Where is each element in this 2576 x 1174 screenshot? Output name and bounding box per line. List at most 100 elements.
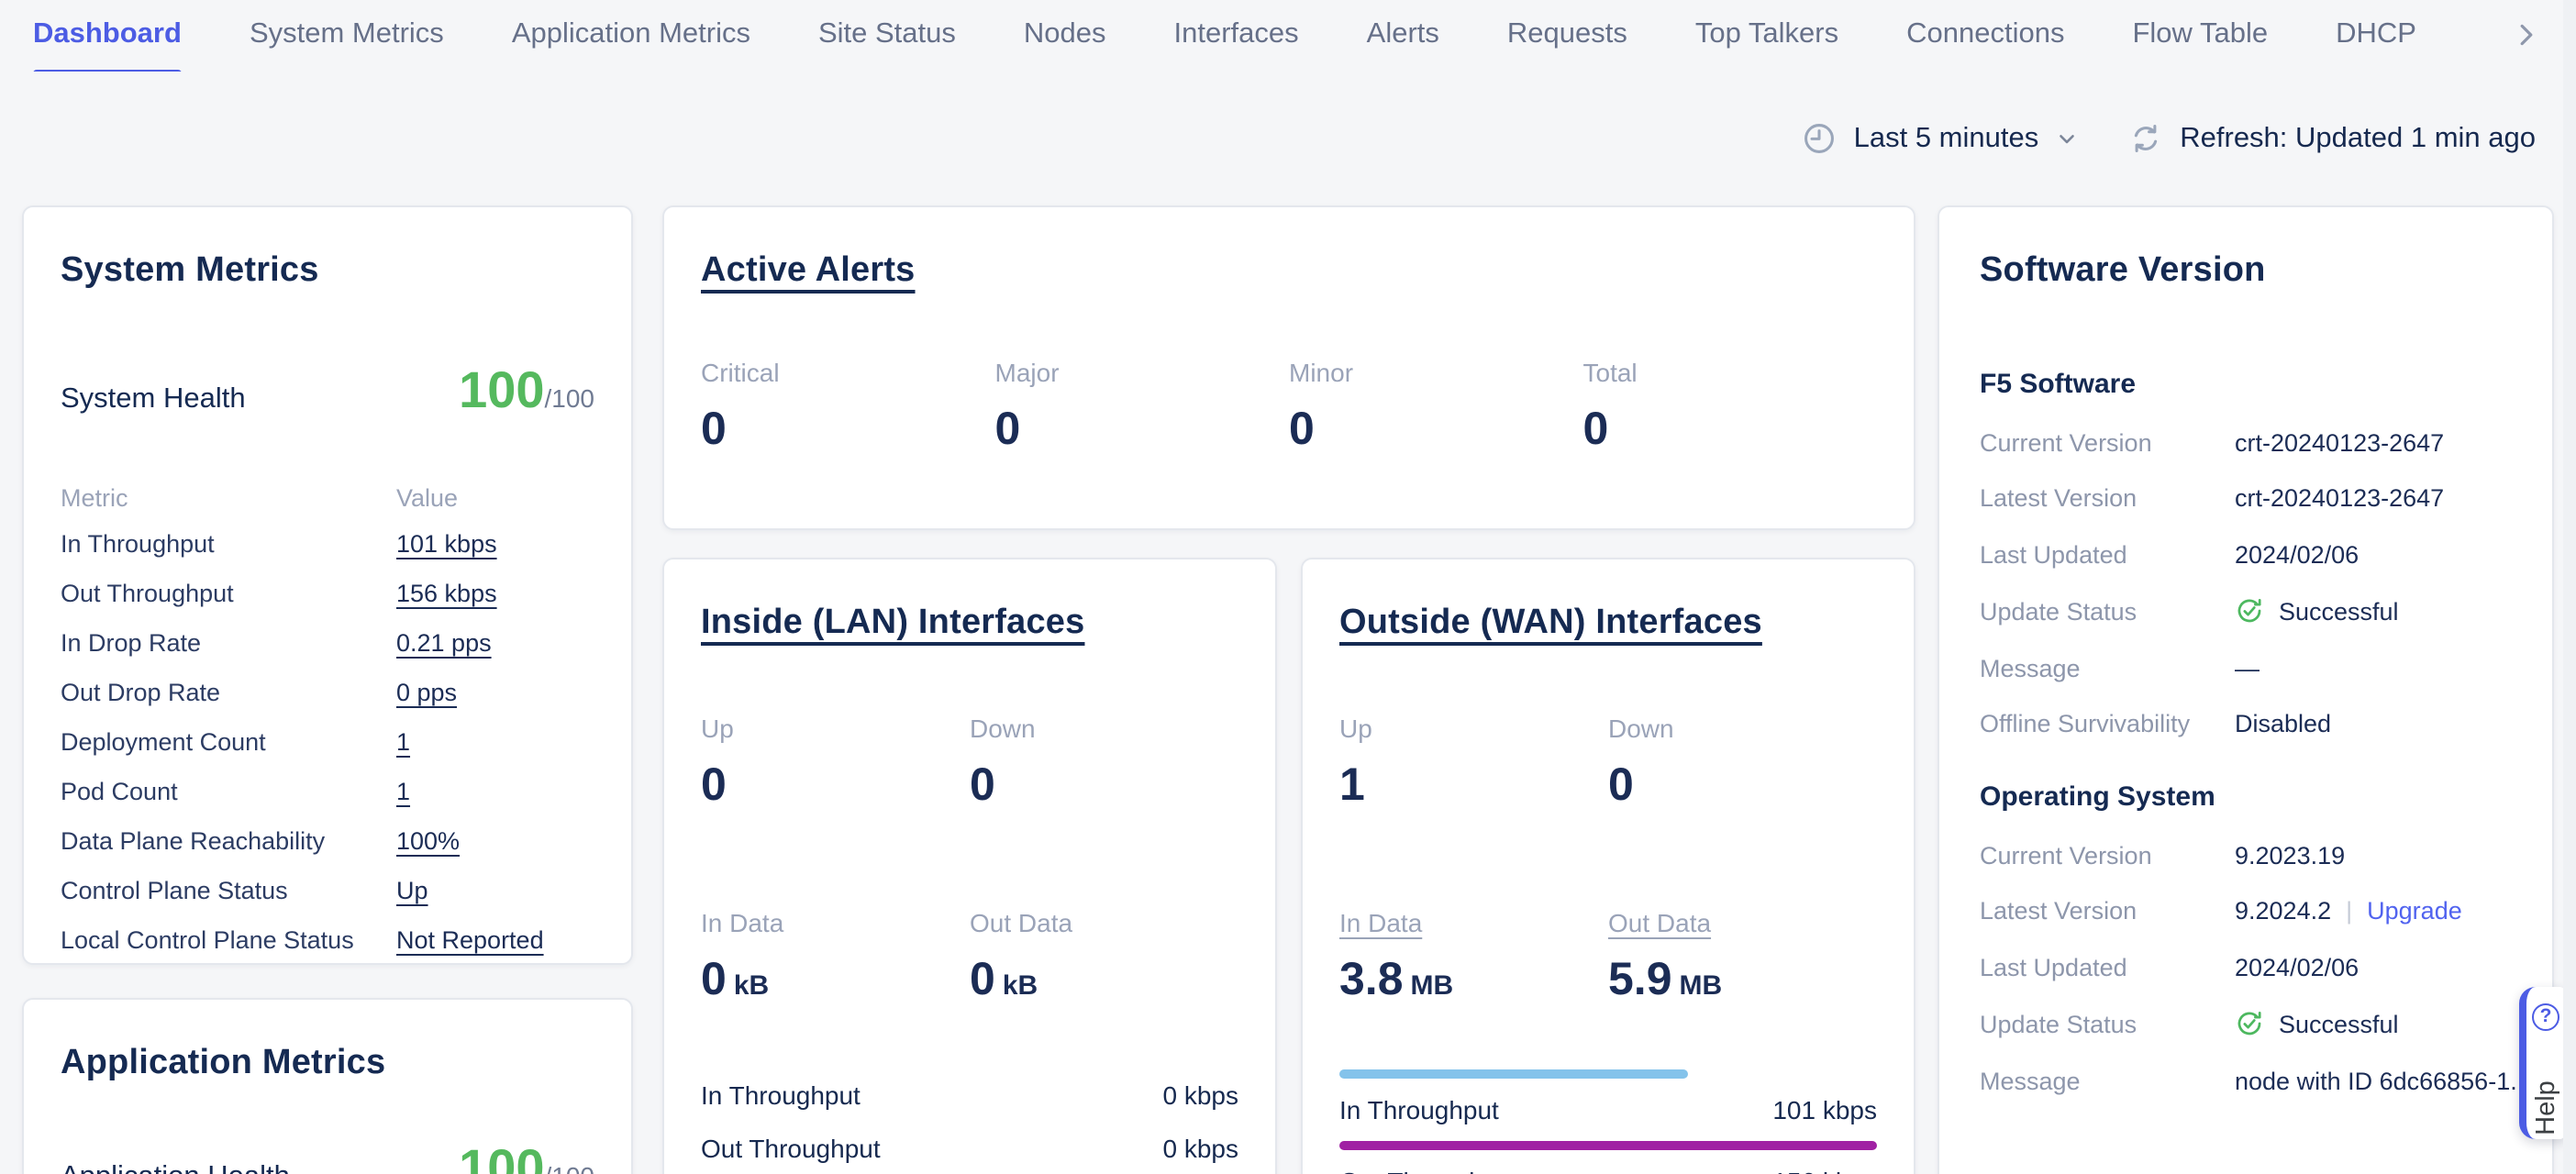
lan-in-data: In Data0kB [701,908,970,1007]
metric-value-link[interactable]: 1 [396,728,410,756]
refresh-check-success-icon [2235,1009,2264,1038]
software-row-label: Update Status [1980,597,2235,625]
software-row-value: 2024/02/06 [2235,540,2512,568]
wan-data-stats: In Data3.8MBOut Data5.9MB [1339,908,1877,1007]
help-tab-button[interactable]: ? Help [2519,987,2565,1139]
alert-stat-value: 0 [995,404,1290,457]
metric-row-out-drop-rate: Out Drop Rate0 pps [61,668,594,717]
system-health-label: System Health [61,383,246,416]
metric-row-label: In Throughput [61,530,396,558]
metric-row-value: 101 kbps [396,530,594,558]
metric-value-link[interactable]: 101 kbps [396,530,497,558]
wan-out-data: Out Data 5.9MB [1608,908,1877,1007]
data-value-unit: MB [1680,970,1723,1002]
software-row-message: Message— [1980,654,2512,681]
tab-requests[interactable]: Requests [1507,17,1627,72]
software-row-offline-survivability: Offline SurvivabilityDisabled [1980,710,2512,737]
refresh-control[interactable]: Refresh: Updated 1 min ago [2128,121,2536,156]
software-row-label: Message [1980,1067,2235,1094]
alert-stat-total: Total 0 [1583,358,1878,457]
software-row-label: Latest Version [1980,484,2235,512]
data-value-number: 0 [701,954,727,1005]
software-value-text: 9.2023.19 [2235,841,2345,869]
page-scrollbar-track[interactable] [2563,0,2576,1174]
lan-throughput-rows: In Throughput0 kbpsOut Throughput0 kbps [701,1080,1238,1163]
metric-row-pod-count: Pod Count1 [61,767,594,816]
metric-row-label: In Drop Rate [61,629,396,657]
metric-row-in-throughput: In Throughput101 kbps [61,519,594,569]
software-value-text: Successful [2279,597,2399,625]
software-row-value: Successful [2235,1009,2512,1038]
chevron-right-icon [2512,20,2541,50]
dashboard-page: Dashboard System Metrics Application Metri… [0,0,2576,1174]
tab-alerts[interactable]: Alerts [1367,17,1439,72]
metric-row-label: Pod Count [61,778,396,805]
tab-scroll-right-button[interactable] [2506,15,2547,55]
time-range-value: Last 5 minutes [1854,122,2039,155]
software-value-text: 9.2024.2 [2235,897,2331,925]
tab-system-metrics[interactable]: System Metrics [250,17,444,72]
tab-dhcp[interactable]: DHCP [2336,17,2416,72]
lan-out-data-label: Out Data [970,908,1238,937]
alert-stat-label: Total [1583,358,1878,387]
lan-in-throughput-row: In Throughput0 kbps [701,1080,1238,1110]
help-tab-label: Help [2531,1080,2560,1135]
refresh-check-success-icon [2235,596,2264,626]
software-row-label: Update Status [1980,1010,2235,1037]
tab-dashboard[interactable]: Dashboard [33,17,182,72]
wan-out-data-label[interactable]: Out Data [1608,908,1877,937]
system-health-row: System Health 100/100 [61,361,594,420]
metric-table-header: Metric Value [61,475,594,519]
lan-stat-label: Up [701,714,970,743]
software-version-card: Software Version F5 SoftwareCurrent Vers… [1938,205,2554,1174]
data-value-unit: MB [1411,970,1454,1002]
wan-stat-label: Up [1339,714,1608,743]
lan-in-data-value: 0kB [701,954,970,1007]
software-row-label: Latest Version [1980,897,2235,925]
metric-value-link[interactable]: Not Reported [396,926,544,954]
metric-row-value: 1 [396,778,594,805]
active-alerts-card: Active Alerts Critical0Major0Minor0Total… [662,205,1915,530]
throughput-label: In Throughput [701,1080,861,1110]
alert-stat-value: 0 [701,404,995,457]
data-value-unit: kB [734,970,769,1002]
software-row-label: Last Updated [1980,540,2235,568]
software-row-label: Current Version [1980,841,2235,869]
tab-interfaces[interactable]: Interfaces [1174,17,1299,72]
tab-top-talkers[interactable]: Top Talkers [1695,17,1838,72]
wan-stat-value: 0 [1608,759,1877,813]
software-value-text: — [2235,654,2260,681]
metric-column-header: Metric [61,483,396,511]
wan-interfaces-title-link[interactable]: Outside (WAN) Interfaces [1339,604,1762,642]
metric-row-label: Control Plane Status [61,877,396,904]
metric-value-link[interactable]: 0 pps [396,679,457,706]
software-row-label: Current Version [1980,428,2235,456]
software-row-last-updated: Last Updated2024/02/06 [1980,953,2512,980]
metric-value-link[interactable]: 1 [396,778,410,805]
tab-flow-table[interactable]: Flow Table [2132,17,2268,72]
lan-interfaces-title-link[interactable]: Inside (LAN) Interfaces [701,604,1084,642]
tab-site-status[interactable]: Site Status [818,17,956,72]
time-range-selector[interactable]: Last 5 minutes [1803,121,2080,156]
wan-in-data-value: 3.8MB [1339,954,1608,1007]
throughput-label: In Throughput [1339,1095,1499,1124]
tab-application-metrics[interactable]: Application Metrics [512,17,750,72]
data-value-number: 5.9 [1608,954,1672,1005]
metric-value-link[interactable]: Up [396,877,428,904]
active-alerts-title-link[interactable]: Active Alerts [701,251,916,290]
tab-nodes[interactable]: Nodes [1024,17,1106,72]
lan-stat-down: Down0 [970,714,1238,813]
wan-throughput-rows: In Throughput101 kbpsOut Throughput156 k… [1339,1069,1877,1174]
metric-row-control-plane-status: Control Plane StatusUp [61,866,594,915]
system-health-max: /100 [545,383,595,413]
metric-value-link[interactable]: 156 kbps [396,580,497,607]
wan-updown-stats: Up1Down0 [1339,714,1877,813]
software-row-value: node with ID 6dc66856-1... [2235,1067,2531,1094]
metric-row-label: Out Drop Rate [61,679,396,706]
alert-stat-value: 0 [1583,404,1878,457]
upgrade-link[interactable]: Upgrade [2367,897,2462,925]
tab-connections[interactable]: Connections [1906,17,2064,72]
wan-in-data-label[interactable]: In Data [1339,908,1608,937]
metric-value-link[interactable]: 100% [396,827,460,855]
metric-value-link[interactable]: 0.21 pps [396,629,492,657]
